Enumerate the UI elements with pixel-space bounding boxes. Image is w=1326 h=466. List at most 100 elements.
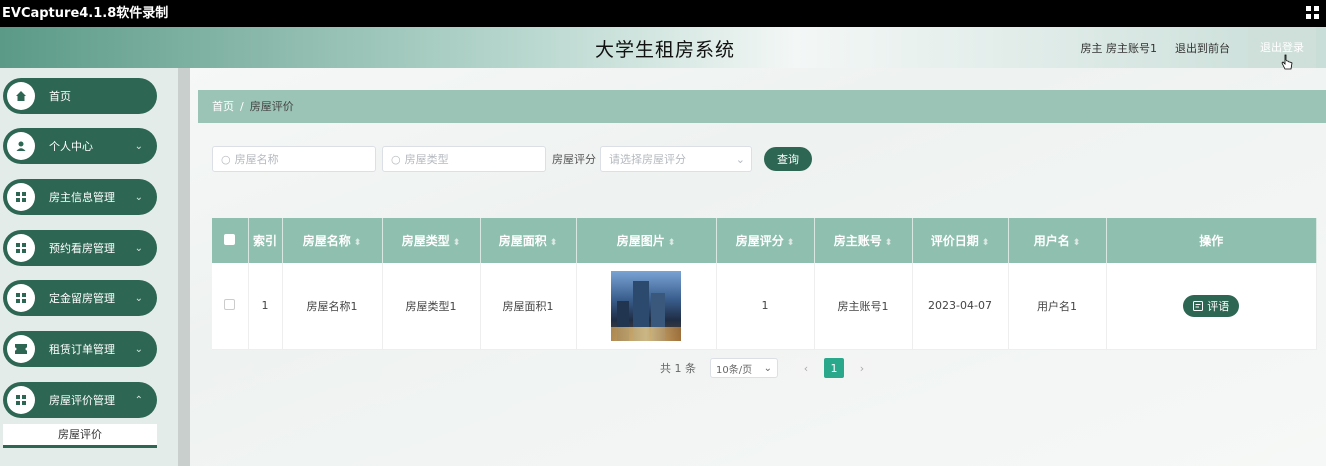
cell-index: 1 bbox=[248, 263, 283, 350]
sort-icon[interactable]: ⬍ bbox=[550, 238, 558, 248]
sidebar-item-label: 租赁订单管理 bbox=[49, 343, 115, 356]
query-button[interactable]: 查询 bbox=[764, 147, 812, 171]
sidebar-item-label: 定金留房管理 bbox=[49, 292, 115, 305]
column-header-name[interactable]: 房屋名称 ⬍ bbox=[282, 218, 383, 263]
column-header-date[interactable]: 评价日期 ⬍ bbox=[912, 218, 1009, 263]
column-header-username[interactable]: 用户名 ⬍ bbox=[1008, 218, 1107, 263]
chevron-down-icon: ⌄ bbox=[763, 362, 772, 374]
sidebar-item-home[interactable]: 首页 bbox=[3, 78, 157, 114]
comment-button-label: 评语 bbox=[1207, 299, 1230, 313]
chevron-down-icon: ⌄ bbox=[134, 242, 143, 254]
current-user: 房主 房主账号1 bbox=[1080, 41, 1158, 55]
search-icon: ○ bbox=[221, 152, 231, 166]
cell-name: 房屋名称1 bbox=[282, 263, 383, 350]
rating-placeholder: 请选择房屋评分 bbox=[609, 153, 686, 166]
chevron-down-icon: ⌄ bbox=[134, 191, 143, 203]
sidebar-item-rental-orders[interactable]: 租赁订单管理 ⌄ bbox=[3, 331, 157, 367]
page-size-select[interactable]: 10条/页 ⌄ bbox=[710, 358, 778, 378]
house-type-placeholder: 房屋类型 bbox=[404, 153, 449, 166]
column-header-rating[interactable]: 房屋评分 ⬍ bbox=[716, 218, 815, 263]
cell-image bbox=[576, 263, 717, 350]
prev-page-button[interactable]: ‹ bbox=[796, 358, 816, 378]
pagination-total: 共 1 条 bbox=[660, 362, 696, 375]
breadcrumb-home-link[interactable]: 首页 bbox=[212, 100, 234, 113]
chevron-up-icon: ⌃ bbox=[134, 394, 143, 406]
grid-icon bbox=[7, 386, 35, 414]
column-header-type[interactable]: 房屋类型 ⬍ bbox=[382, 218, 481, 263]
grid-icon bbox=[7, 234, 35, 262]
search-bar: ○ 房屋名称 ○ 房屋类型 房屋评分 请选择房屋评分 ⌄ 查询 bbox=[212, 146, 812, 172]
grid-icon bbox=[7, 183, 35, 211]
select-all-header bbox=[212, 218, 249, 263]
cell-actions: 评语 bbox=[1106, 263, 1317, 350]
sidebar-scrollbar[interactable] bbox=[178, 68, 190, 466]
column-header-owner[interactable]: 房主账号 ⬍ bbox=[814, 218, 913, 263]
sort-icon[interactable]: ⬍ bbox=[1073, 238, 1081, 248]
sort-icon[interactable]: ⬍ bbox=[668, 238, 676, 248]
pagination: 共 1 条 10条/页 ⌄ ‹ 1 › bbox=[660, 358, 872, 378]
search-icon: ○ bbox=[391, 152, 401, 166]
breadcrumb: 首页 / 房屋评价 bbox=[198, 90, 1326, 123]
user-icon bbox=[7, 132, 35, 160]
house-type-input[interactable]: ○ 房屋类型 bbox=[382, 146, 546, 172]
home-icon bbox=[7, 82, 35, 110]
page-number-button[interactable]: 1 bbox=[824, 358, 844, 378]
sidebar-item-label: 房屋评价管理 bbox=[49, 394, 115, 407]
table-header-row: 索引 房屋名称 ⬍ 房屋类型 ⬍ 房屋面积 ⬍ 房屋图片 ⬍ 房屋评分 ⬍ 房主账号 ⬍ 评… bbox=[212, 218, 1317, 263]
page-size-value: 10条/页 bbox=[716, 364, 753, 376]
sidebar-item-house-reviews[interactable]: 房屋评价管理 ⌃ bbox=[3, 382, 157, 418]
grid-icon bbox=[7, 284, 35, 312]
comment-icon bbox=[1193, 300, 1204, 311]
cell-area: 房屋面积1 bbox=[480, 263, 577, 350]
chevron-down-icon: ⌄ bbox=[134, 343, 143, 355]
ticket-icon bbox=[7, 335, 35, 363]
sidebar-item-personal-center[interactable]: 个人中心 ⌄ bbox=[3, 128, 157, 164]
column-header-index: 索引 bbox=[248, 218, 283, 263]
cell-date: 2023-04-07 bbox=[912, 263, 1009, 350]
row-select-cell bbox=[212, 263, 249, 350]
next-page-button[interactable]: › bbox=[852, 358, 872, 378]
chevron-down-icon: ⌄ bbox=[735, 152, 745, 166]
cell-type: 房屋类型1 bbox=[382, 263, 481, 350]
grid-icon[interactable] bbox=[1306, 6, 1320, 20]
breadcrumb-current: 房屋评价 bbox=[249, 100, 294, 113]
house-name-placeholder: 房屋名称 bbox=[234, 153, 279, 166]
pointer-cursor-icon bbox=[1281, 54, 1293, 70]
row-checkbox[interactable] bbox=[224, 298, 236, 310]
rating-select[interactable]: 请选择房屋评分 ⌄ bbox=[600, 146, 752, 172]
select-all-checkbox[interactable] bbox=[224, 233, 236, 245]
sidebar-item-viewing-appointments[interactable]: 预约看房管理 ⌄ bbox=[3, 230, 157, 266]
chevron-down-icon: ⌄ bbox=[134, 292, 143, 304]
sidebar-item-owner-info[interactable]: 房主信息管理 ⌄ bbox=[3, 179, 157, 215]
chevron-down-icon: ⌄ bbox=[134, 140, 143, 152]
sort-icon[interactable]: ⬍ bbox=[885, 238, 893, 248]
breadcrumb-separator: / bbox=[240, 100, 244, 113]
house-name-input[interactable]: ○ 房屋名称 bbox=[212, 146, 376, 172]
app-header: 大学生租房系统 房主 房主账号1 退出到前台 退出登录 bbox=[0, 27, 1326, 68]
recorder-title: EVCapture4.1.8软件录制 bbox=[2, 6, 169, 21]
submenu-item-house-review[interactable]: 房屋评价 bbox=[3, 424, 157, 448]
reviews-table: 索引 房屋名称 ⬍ 房屋类型 ⬍ 房屋面积 ⬍ 房屋图片 ⬍ 房屋评分 ⬍ 房主账号 ⬍ 评… bbox=[212, 218, 1317, 350]
comment-button[interactable]: 评语 bbox=[1183, 294, 1240, 317]
house-photo[interactable] bbox=[611, 270, 681, 341]
column-header-area[interactable]: 房屋面积 ⬍ bbox=[480, 218, 577, 263]
rating-label: 房屋评分 bbox=[552, 153, 596, 166]
sidebar-item-label: 首页 bbox=[49, 90, 71, 103]
sidebar-item-label: 预约看房管理 bbox=[49, 242, 115, 255]
sort-icon[interactable]: ⬍ bbox=[354, 238, 362, 248]
sort-icon[interactable]: ⬍ bbox=[787, 238, 795, 248]
back-to-front-link[interactable]: 退出到前台 bbox=[1175, 40, 1230, 56]
sidebar-item-label: 个人中心 bbox=[49, 140, 93, 153]
sidebar-item-deposit-hold[interactable]: 定金留房管理 ⌄ bbox=[3, 280, 157, 316]
table-row[interactable]: 1 房屋名称1 房屋类型1 房屋面积1 1 房主账号1 2023-04-07 用… bbox=[212, 263, 1317, 350]
cell-rating: 1 bbox=[716, 263, 815, 350]
sort-icon[interactable]: ⬍ bbox=[453, 238, 461, 248]
app-title: 大学生租房系统 bbox=[595, 39, 736, 61]
recorder-title-bar: EVCapture4.1.8软件录制 bbox=[0, 0, 1326, 27]
cell-username: 用户名1 bbox=[1008, 263, 1107, 350]
column-header-image[interactable]: 房屋图片 ⬍ bbox=[576, 218, 717, 263]
cell-owner: 房主账号1 bbox=[814, 263, 913, 350]
sidebar-item-label: 房主信息管理 bbox=[49, 191, 115, 204]
sort-icon[interactable]: ⬍ bbox=[982, 238, 990, 248]
column-header-actions: 操作 bbox=[1106, 218, 1317, 263]
